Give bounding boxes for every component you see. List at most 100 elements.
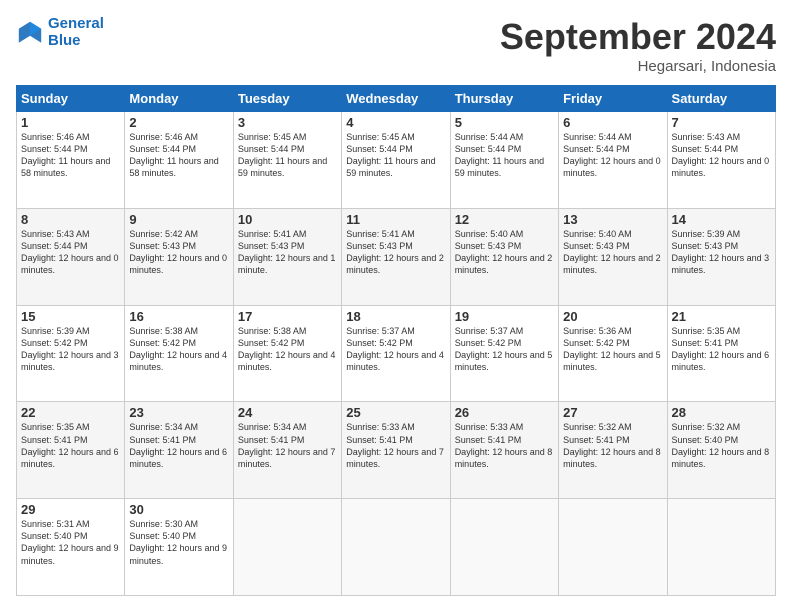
- day-number: 11: [346, 212, 445, 227]
- day-number: 4: [346, 115, 445, 130]
- table-row: 3 Sunrise: 5:45 AMSunset: 5:44 PMDayligh…: [233, 112, 341, 209]
- day-number: 2: [129, 115, 228, 130]
- day-info: Sunrise: 5:32 AMSunset: 5:41 PMDaylight:…: [563, 421, 662, 470]
- day-number: 5: [455, 115, 554, 130]
- table-row: [450, 499, 558, 596]
- calendar-header-row: Sunday Monday Tuesday Wednesday Thursday…: [17, 86, 776, 112]
- calendar-table: Sunday Monday Tuesday Wednesday Thursday…: [16, 85, 776, 596]
- logo: General Blue: [16, 16, 104, 49]
- table-row: 18 Sunrise: 5:37 AMSunset: 5:42 PMDaylig…: [342, 305, 450, 402]
- calendar-week-row: 8 Sunrise: 5:43 AMSunset: 5:44 PMDayligh…: [17, 208, 776, 305]
- header: General Blue September 2024 Hegarsari, I…: [16, 16, 776, 75]
- day-info: Sunrise: 5:30 AMSunset: 5:40 PMDaylight:…: [129, 518, 228, 567]
- day-info: Sunrise: 5:43 AMSunset: 5:44 PMDaylight:…: [672, 131, 771, 180]
- day-number: 23: [129, 405, 228, 420]
- table-row: 9 Sunrise: 5:42 AMSunset: 5:43 PMDayligh…: [125, 208, 233, 305]
- table-row: 26 Sunrise: 5:33 AMSunset: 5:41 PMDaylig…: [450, 402, 558, 499]
- calendar-week-row: 15 Sunrise: 5:39 AMSunset: 5:42 PMDaylig…: [17, 305, 776, 402]
- day-info: Sunrise: 5:44 AMSunset: 5:44 PMDaylight:…: [455, 131, 554, 180]
- col-wednesday: Wednesday: [342, 86, 450, 112]
- table-row: 25 Sunrise: 5:33 AMSunset: 5:41 PMDaylig…: [342, 402, 450, 499]
- logo-icon: [16, 19, 44, 47]
- day-info: Sunrise: 5:33 AMSunset: 5:41 PMDaylight:…: [346, 421, 445, 470]
- day-info: Sunrise: 5:32 AMSunset: 5:40 PMDaylight:…: [672, 421, 771, 470]
- table-row: 19 Sunrise: 5:37 AMSunset: 5:42 PMDaylig…: [450, 305, 558, 402]
- day-info: Sunrise: 5:40 AMSunset: 5:43 PMDaylight:…: [455, 228, 554, 277]
- logo-text: General Blue: [48, 16, 104, 49]
- table-row: 2 Sunrise: 5:46 AMSunset: 5:44 PMDayligh…: [125, 112, 233, 209]
- day-info: Sunrise: 5:43 AMSunset: 5:44 PMDaylight:…: [21, 228, 120, 277]
- day-number: 29: [21, 502, 120, 517]
- table-row: 5 Sunrise: 5:44 AMSunset: 5:44 PMDayligh…: [450, 112, 558, 209]
- table-row: [233, 499, 341, 596]
- day-info: Sunrise: 5:45 AMSunset: 5:44 PMDaylight:…: [238, 131, 337, 180]
- day-number: 21: [672, 309, 771, 324]
- table-row: 16 Sunrise: 5:38 AMSunset: 5:42 PMDaylig…: [125, 305, 233, 402]
- day-number: 13: [563, 212, 662, 227]
- table-row: [559, 499, 667, 596]
- day-info: Sunrise: 5:46 AMSunset: 5:44 PMDaylight:…: [21, 131, 120, 180]
- table-row: 21 Sunrise: 5:35 AMSunset: 5:41 PMDaylig…: [667, 305, 775, 402]
- day-info: Sunrise: 5:39 AMSunset: 5:42 PMDaylight:…: [21, 325, 120, 374]
- calendar-week-row: 1 Sunrise: 5:46 AMSunset: 5:44 PMDayligh…: [17, 112, 776, 209]
- day-number: 9: [129, 212, 228, 227]
- table-row: 20 Sunrise: 5:36 AMSunset: 5:42 PMDaylig…: [559, 305, 667, 402]
- day-info: Sunrise: 5:36 AMSunset: 5:42 PMDaylight:…: [563, 325, 662, 374]
- day-number: 16: [129, 309, 228, 324]
- table-row: 28 Sunrise: 5:32 AMSunset: 5:40 PMDaylig…: [667, 402, 775, 499]
- day-number: 22: [21, 405, 120, 420]
- day-number: 14: [672, 212, 771, 227]
- day-info: Sunrise: 5:41 AMSunset: 5:43 PMDaylight:…: [238, 228, 337, 277]
- day-number: 28: [672, 405, 771, 420]
- day-info: Sunrise: 5:44 AMSunset: 5:44 PMDaylight:…: [563, 131, 662, 180]
- table-row: 12 Sunrise: 5:40 AMSunset: 5:43 PMDaylig…: [450, 208, 558, 305]
- day-number: 26: [455, 405, 554, 420]
- day-info: Sunrise: 5:33 AMSunset: 5:41 PMDaylight:…: [455, 421, 554, 470]
- location: Hegarsari, Indonesia: [500, 58, 776, 75]
- day-info: Sunrise: 5:46 AMSunset: 5:44 PMDaylight:…: [129, 131, 228, 180]
- day-info: Sunrise: 5:35 AMSunset: 5:41 PMDaylight:…: [672, 325, 771, 374]
- table-row: [342, 499, 450, 596]
- calendar-week-row: 29 Sunrise: 5:31 AMSunset: 5:40 PMDaylig…: [17, 499, 776, 596]
- table-row: 6 Sunrise: 5:44 AMSunset: 5:44 PMDayligh…: [559, 112, 667, 209]
- table-row: 17 Sunrise: 5:38 AMSunset: 5:42 PMDaylig…: [233, 305, 341, 402]
- day-number: 6: [563, 115, 662, 130]
- col-thursday: Thursday: [450, 86, 558, 112]
- table-row: 13 Sunrise: 5:40 AMSunset: 5:43 PMDaylig…: [559, 208, 667, 305]
- day-number: 19: [455, 309, 554, 324]
- day-number: 3: [238, 115, 337, 130]
- day-number: 12: [455, 212, 554, 227]
- table-row: 24 Sunrise: 5:34 AMSunset: 5:41 PMDaylig…: [233, 402, 341, 499]
- day-info: Sunrise: 5:42 AMSunset: 5:43 PMDaylight:…: [129, 228, 228, 277]
- day-info: Sunrise: 5:35 AMSunset: 5:41 PMDaylight:…: [21, 421, 120, 470]
- col-tuesday: Tuesday: [233, 86, 341, 112]
- page: General Blue September 2024 Hegarsari, I…: [0, 0, 792, 612]
- table-row: 10 Sunrise: 5:41 AMSunset: 5:43 PMDaylig…: [233, 208, 341, 305]
- title-block: September 2024 Hegarsari, Indonesia: [500, 16, 776, 75]
- day-info: Sunrise: 5:45 AMSunset: 5:44 PMDaylight:…: [346, 131, 445, 180]
- day-number: 8: [21, 212, 120, 227]
- day-info: Sunrise: 5:38 AMSunset: 5:42 PMDaylight:…: [129, 325, 228, 374]
- day-info: Sunrise: 5:37 AMSunset: 5:42 PMDaylight:…: [455, 325, 554, 374]
- table-row: 30 Sunrise: 5:30 AMSunset: 5:40 PMDaylig…: [125, 499, 233, 596]
- day-number: 18: [346, 309, 445, 324]
- table-row: 1 Sunrise: 5:46 AMSunset: 5:44 PMDayligh…: [17, 112, 125, 209]
- day-number: 20: [563, 309, 662, 324]
- table-row: 22 Sunrise: 5:35 AMSunset: 5:41 PMDaylig…: [17, 402, 125, 499]
- day-number: 17: [238, 309, 337, 324]
- table-row: 11 Sunrise: 5:41 AMSunset: 5:43 PMDaylig…: [342, 208, 450, 305]
- day-info: Sunrise: 5:39 AMSunset: 5:43 PMDaylight:…: [672, 228, 771, 277]
- day-number: 15: [21, 309, 120, 324]
- day-info: Sunrise: 5:38 AMSunset: 5:42 PMDaylight:…: [238, 325, 337, 374]
- day-info: Sunrise: 5:40 AMSunset: 5:43 PMDaylight:…: [563, 228, 662, 277]
- day-number: 30: [129, 502, 228, 517]
- day-number: 10: [238, 212, 337, 227]
- table-row: 14 Sunrise: 5:39 AMSunset: 5:43 PMDaylig…: [667, 208, 775, 305]
- day-number: 25: [346, 405, 445, 420]
- col-sunday: Sunday: [17, 86, 125, 112]
- month-title: September 2024: [500, 16, 776, 58]
- table-row: 7 Sunrise: 5:43 AMSunset: 5:44 PMDayligh…: [667, 112, 775, 209]
- day-info: Sunrise: 5:31 AMSunset: 5:40 PMDaylight:…: [21, 518, 120, 567]
- table-row: [667, 499, 775, 596]
- day-info: Sunrise: 5:41 AMSunset: 5:43 PMDaylight:…: [346, 228, 445, 277]
